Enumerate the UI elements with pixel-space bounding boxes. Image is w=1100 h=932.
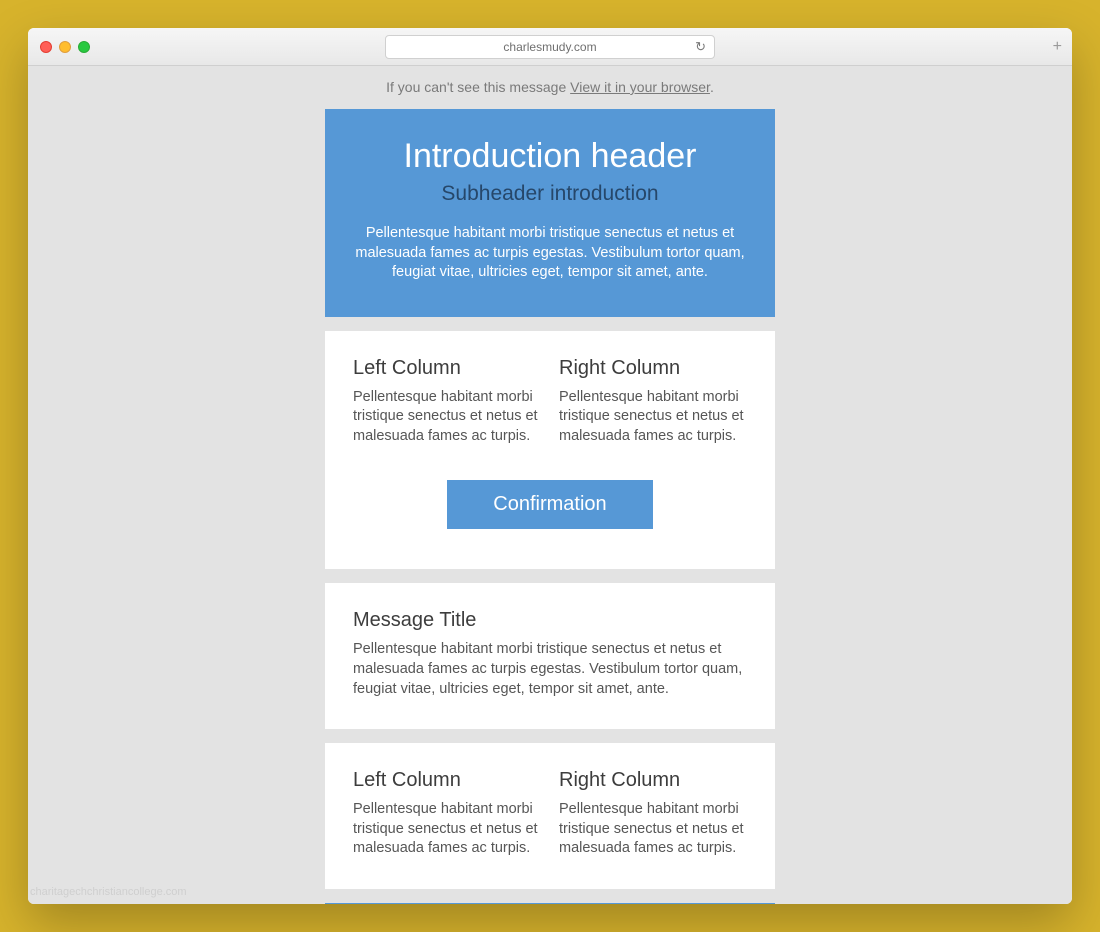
icon-block <box>325 903 775 904</box>
left-column-1-body: Pellentesque habitant morbi tristique se… <box>353 388 541 447</box>
left-column-2: Left Column Pellentesque habitant morbi … <box>353 769 541 859</box>
hero-title: Introduction header <box>355 137 745 176</box>
watermark-text: charitagechchristiancollege.com <box>30 886 187 898</box>
close-window-button[interactable] <box>40 41 52 53</box>
browser-chrome: charlesmudy.com ↻ + <box>28 28 1072 66</box>
right-column-2-title: Right Column <box>559 769 747 792</box>
right-column-1: Right Column Pellentesque habitant morbi… <box>559 357 747 447</box>
right-column-2: Right Column Pellentesque habitant morbi… <box>559 769 747 859</box>
browser-window: charlesmudy.com ↻ + If you can't see thi… <box>28 28 1072 904</box>
preheader-before: If you can't see this message <box>386 79 570 95</box>
traffic-lights <box>28 41 90 53</box>
columns-block-1: Left Column Pellentesque habitant morbi … <box>325 331 775 570</box>
left-column-2-title: Left Column <box>353 769 541 792</box>
message-body: Pellentesque habitant morbi tristique se… <box>353 640 747 699</box>
left-column-1-title: Left Column <box>353 357 541 380</box>
url-bar[interactable]: charlesmudy.com ↻ <box>385 35 715 59</box>
confirmation-button[interactable]: Confirmation <box>447 480 652 529</box>
maximize-window-button[interactable] <box>78 41 90 53</box>
left-column-2-body: Pellentesque habitant morbi tristique se… <box>353 800 541 859</box>
columns-block-2: Left Column Pellentesque habitant morbi … <box>325 743 775 889</box>
left-column-1: Left Column Pellentesque habitant morbi … <box>353 357 541 447</box>
right-column-1-title: Right Column <box>559 357 747 380</box>
hero-body-text: Pellentesque habitant morbi tristique se… <box>355 224 745 283</box>
url-text: charlesmudy.com <box>503 40 596 54</box>
refresh-icon[interactable]: ↻ <box>695 39 706 55</box>
hero-subheader: Subheader introduction <box>355 182 745 206</box>
preheader-after: . <box>710 79 714 95</box>
new-tab-button[interactable]: + <box>1053 38 1062 56</box>
minimize-window-button[interactable] <box>59 41 71 53</box>
email-body: Introduction header Subheader introducti… <box>325 109 775 904</box>
message-block: Message Title Pellentesque habitant morb… <box>325 583 775 729</box>
browser-content: If you can't see this message View it in… <box>28 66 1072 904</box>
right-column-2-body: Pellentesque habitant morbi tristique se… <box>559 800 747 859</box>
message-title: Message Title <box>353 609 747 632</box>
right-column-1-body: Pellentesque habitant morbi tristique se… <box>559 388 747 447</box>
hero-section: Introduction header Subheader introducti… <box>325 109 775 317</box>
preheader: If you can't see this message View it in… <box>28 66 1072 109</box>
view-in-browser-link[interactable]: View it in your browser <box>570 79 710 95</box>
